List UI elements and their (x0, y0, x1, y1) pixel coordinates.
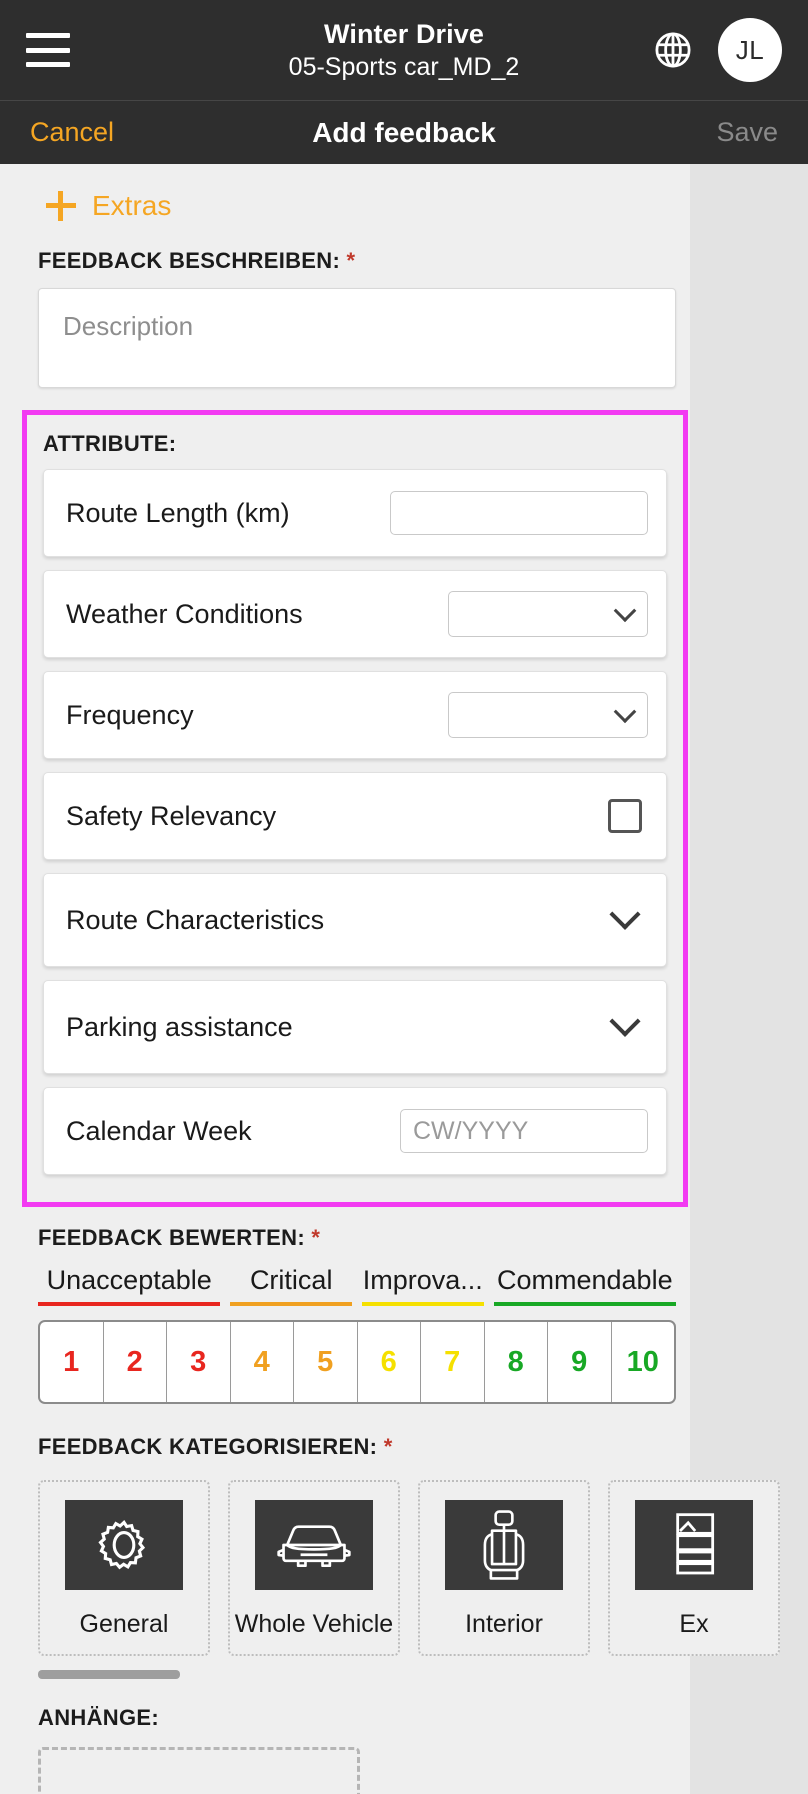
attribute-label: Route Characteristics (66, 904, 325, 935)
categorize-section-label: FEEDBACK KATEGORISIEREN: * (0, 1434, 690, 1460)
attachments-section-label: ANHÄNGE: (38, 1705, 159, 1730)
form-body: Extras FEEDBACK BESCHREIBEN: * Descripti… (0, 164, 780, 1794)
page-title: Add feedback (312, 116, 496, 148)
form-scroll-area[interactable]: Extras FEEDBACK BESCHREIBEN: * Descripti… (0, 164, 808, 1794)
attribute-control (608, 799, 648, 833)
chevron-down-icon (613, 599, 637, 623)
modal-toolbar: Cancel Add feedback Save (0, 100, 808, 164)
category-scroll-indicator[interactable] (38, 1670, 180, 1679)
attribute-control (609, 898, 648, 931)
rating-value-2[interactable]: 2 (104, 1322, 167, 1402)
category-card-ex[interactable]: Ex (608, 1480, 780, 1656)
describe-label-text: FEEDBACK BESCHREIBEN: (38, 248, 341, 273)
hamburger-menu-icon[interactable] (26, 33, 70, 67)
rating-head-row: Unacceptable Critical Improva... Commendabl… (38, 1265, 676, 1306)
attribute-label: Safety Relevancy (66, 800, 277, 831)
rating-value-4[interactable]: 4 (231, 1322, 294, 1402)
attribute-label: Weather Conditions (66, 598, 303, 629)
describe-section-label: FEEDBACK BESCHREIBEN: * (0, 248, 690, 274)
rating-section: FEEDBACK BEWERTEN: * Unacceptable Critica… (0, 1225, 690, 1404)
attribute-control (390, 491, 648, 535)
app-screen: Winter Drive 05-Sports car_MD_2 JL Cance… (0, 0, 808, 1794)
rating-required-mark: * (311, 1225, 321, 1250)
attribute-label: Route Length (km) (66, 497, 290, 528)
attribute-row-route-characteristics[interactable]: Route Characteristics (43, 873, 667, 967)
rating-section-label: FEEDBACK BEWERTEN: * (38, 1225, 690, 1251)
attribute-row-calendar-week[interactable]: Calendar Week CW/YYYY (43, 1087, 667, 1175)
category-card-general[interactable]: General (38, 1480, 210, 1656)
weather-conditions-select[interactable] (448, 591, 648, 637)
cancel-button[interactable]: Cancel (30, 117, 114, 148)
plus-icon (46, 191, 76, 221)
add-extras-label: Extras (92, 190, 172, 221)
rating-scale[interactable]: 1 2 3 4 5 6 7 8 9 10 (38, 1320, 676, 1404)
category-label: Whole Vehicle (234, 1610, 394, 1638)
frequency-select[interactable] (448, 692, 648, 738)
rating-head-4: Commendable (493, 1265, 676, 1306)
description-input[interactable]: Description (38, 288, 676, 388)
rating-value-6[interactable]: 6 (358, 1322, 421, 1402)
attribute-list: Route Length (km) Weather Conditions Fre… (27, 469, 683, 1175)
attribute-control: CW/YYYY (400, 1109, 648, 1153)
attribute-row-weather-conditions[interactable]: Weather Conditions (43, 570, 667, 658)
category-label: Ex (679, 1610, 709, 1638)
attribute-row-route-length[interactable]: Route Length (km) (43, 469, 667, 557)
category-label: Interior (465, 1610, 543, 1638)
rating-head-2: Critical (230, 1265, 352, 1306)
avatar[interactable]: JL (718, 18, 782, 82)
gear-icon (65, 1500, 183, 1590)
rating-value-3[interactable]: 3 (167, 1322, 231, 1402)
globe-icon[interactable] (652, 29, 694, 71)
app-header: Winter Drive 05-Sports car_MD_2 JL (0, 0, 808, 100)
category-label: General (79, 1610, 169, 1638)
attribute-row-parking-assistance[interactable]: Parking assistance (43, 980, 667, 1074)
attribute-section-highlight: ATTRIBUTE: Route Length (km) Weather Con… (22, 410, 688, 1207)
rating-head-1: Unacceptable (38, 1265, 221, 1306)
attribute-label: Frequency (66, 699, 194, 730)
rating-value-9[interactable]: 9 (548, 1322, 612, 1402)
calendar-week-input[interactable]: CW/YYYY (400, 1109, 648, 1153)
rating-head-3: Improva... (362, 1265, 484, 1306)
attribute-control (609, 1005, 648, 1038)
attachment-dropzone[interactable] (38, 1747, 360, 1794)
category-card-whole-vehicle[interactable]: Whole Vehicle (228, 1480, 400, 1656)
safety-relevancy-checkbox[interactable] (608, 799, 642, 833)
attribute-row-frequency[interactable]: Frequency (43, 671, 667, 759)
describe-required-mark: * (346, 248, 356, 273)
rating-value-7[interactable]: 7 (421, 1322, 485, 1402)
rating-label-text: FEEDBACK BEWERTEN: (38, 1225, 305, 1250)
save-button[interactable]: Save (716, 117, 778, 148)
rating-value-10[interactable]: 10 (612, 1322, 675, 1402)
category-card-interior[interactable]: Interior (418, 1480, 590, 1656)
chevron-down-icon[interactable] (609, 1005, 641, 1037)
categorize-label-text: FEEDBACK KATEGORISIEREN: (38, 1434, 378, 1459)
app-header-actions: JL (652, 18, 782, 82)
rating-value-8[interactable]: 8 (485, 1322, 548, 1402)
attribute-row-safety-relevancy[interactable]: Safety Relevancy (43, 772, 667, 860)
attribute-control (448, 591, 648, 637)
add-extras-button[interactable]: Extras (0, 164, 690, 234)
attribute-section-label: ATTRIBUTE: (43, 431, 177, 456)
car-front-icon (255, 1500, 373, 1590)
attribute-label: Calendar Week (66, 1115, 252, 1146)
categorize-required-mark: * (383, 1434, 393, 1459)
attribute-label: Parking assistance (66, 1011, 293, 1042)
rating-value-5[interactable]: 5 (294, 1322, 358, 1402)
attribute-control (448, 692, 648, 738)
category-strip[interactable]: General Whole Vehicle Interior Ex (38, 1480, 808, 1656)
route-length-input[interactable] (390, 491, 648, 535)
chevron-down-icon (613, 700, 637, 724)
exterior-panel-icon (635, 1500, 753, 1590)
car-seat-icon (445, 1500, 563, 1590)
chevron-down-icon[interactable] (609, 898, 641, 930)
rating-value-1[interactable]: 1 (40, 1322, 104, 1402)
